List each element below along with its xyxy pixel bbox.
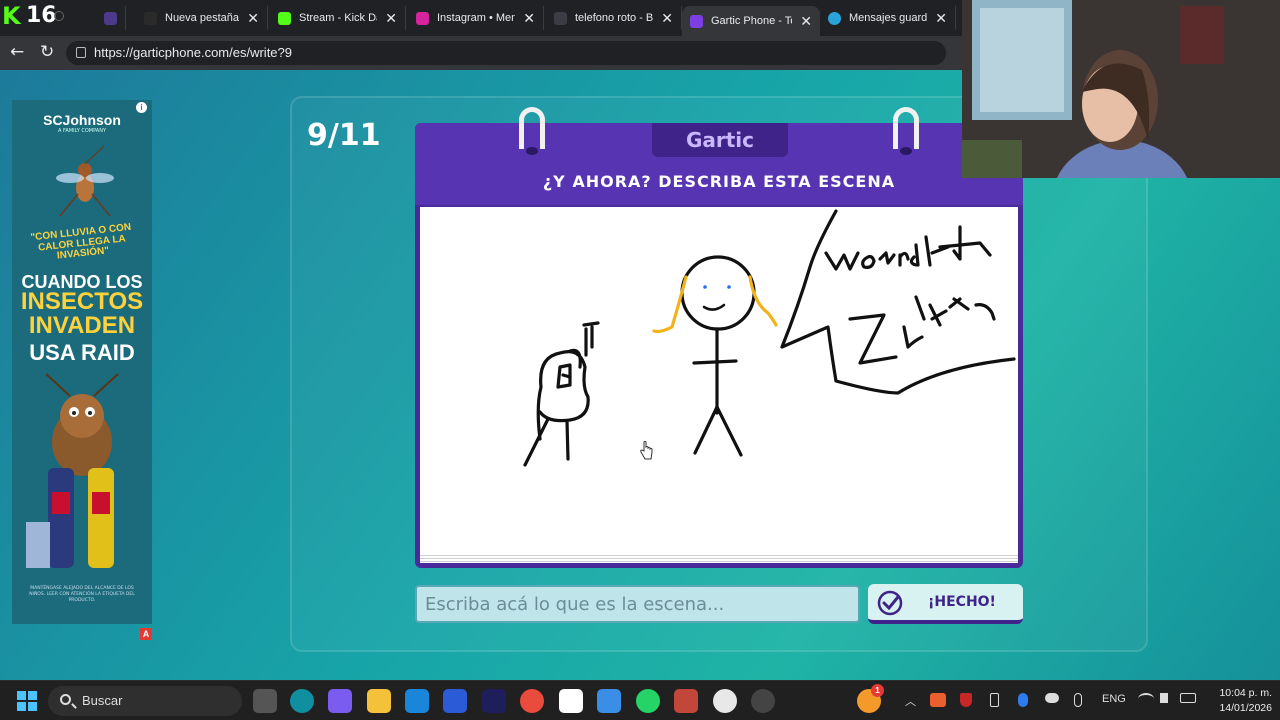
usb-icon[interactable] bbox=[990, 693, 999, 707]
tab-close-icon[interactable]: ✕ bbox=[661, 10, 673, 27]
hand-cursor-icon bbox=[640, 441, 653, 460]
check-icon bbox=[877, 590, 903, 616]
task-view-icon[interactable] bbox=[253, 689, 277, 713]
cockroach-illustration bbox=[26, 373, 119, 568]
tab-close-icon[interactable]: ✕ bbox=[385, 10, 397, 27]
tab-close-icon[interactable]: ✕ bbox=[935, 10, 947, 27]
tab-favicon-icon bbox=[278, 11, 291, 25]
capcut-icon[interactable] bbox=[559, 689, 583, 713]
round-counter: 9/11 bbox=[307, 118, 381, 153]
ad-line-3: USA RAID bbox=[29, 340, 135, 365]
bluetooth-icon[interactable] bbox=[1018, 693, 1028, 707]
scene-prompt: ¿Y AHORA? DESCRIBA ESTA ESCENA bbox=[542, 172, 896, 191]
tab-favicon-icon bbox=[828, 11, 841, 25]
photos-icon[interactable] bbox=[597, 689, 621, 713]
tab-pinned[interactable] bbox=[96, 6, 126, 30]
file-explorer-icon[interactable] bbox=[367, 689, 391, 713]
done-label: ¡HECHO! bbox=[928, 594, 996, 610]
clock-date: 14/01/2026 bbox=[1219, 702, 1272, 714]
outlook-icon[interactable] bbox=[443, 689, 467, 713]
tab-favicon-icon bbox=[554, 11, 567, 25]
tab-5-active[interactable]: Gartic Phone - Tele ✕ bbox=[682, 6, 820, 36]
tab-close-icon[interactable]: ✕ bbox=[800, 13, 812, 30]
binder-ring-icon bbox=[893, 107, 919, 155]
media-player-icon[interactable] bbox=[713, 689, 737, 713]
input-placeholder: Escriba acá lo que es la escena... bbox=[425, 594, 725, 615]
status-icon bbox=[54, 11, 64, 21]
obs-icon[interactable] bbox=[751, 689, 775, 713]
notification-count: 1 bbox=[871, 684, 884, 697]
sync-icon[interactable] bbox=[930, 693, 946, 707]
chrome-icon[interactable] bbox=[520, 689, 544, 713]
edge-browser-icon[interactable] bbox=[290, 689, 314, 713]
tab-close-icon[interactable]: ✕ bbox=[247, 10, 259, 27]
browser-toolbar: ← ↻ https://garticphone.com/es/write?9 bbox=[0, 36, 962, 70]
kick-logo-icon: K bbox=[2, 2, 21, 30]
binder-ring-icon bbox=[519, 107, 545, 155]
ad-choices-badge[interactable]: A bbox=[140, 628, 152, 640]
kick-overlay: K 16 bbox=[0, 2, 64, 32]
copilot-icon[interactable] bbox=[328, 689, 352, 713]
tab-close-icon[interactable]: ✕ bbox=[523, 10, 535, 27]
tab-4[interactable]: telefono roto - Bús ✕ bbox=[546, 6, 682, 30]
reload-icon[interactable]: ↻ bbox=[40, 42, 54, 62]
paper-edge bbox=[420, 553, 1018, 563]
address-bar[interactable]: https://garticphone.com/es/write?9 bbox=[66, 41, 946, 65]
tab-favicon-icon bbox=[416, 11, 429, 25]
app-icon[interactable] bbox=[674, 689, 698, 713]
shield-icon[interactable] bbox=[960, 693, 972, 707]
drawing-canvas bbox=[420, 207, 1018, 555]
tab-title: Stream - Kick Dash bbox=[299, 12, 377, 24]
microphone-icon[interactable] bbox=[1074, 693, 1082, 707]
volume-icon[interactable] bbox=[1160, 693, 1168, 703]
premiere-icon[interactable] bbox=[482, 689, 506, 713]
streamer-webcam-image bbox=[962, 0, 1280, 178]
tab-title: Nueva pestaña bbox=[165, 12, 239, 24]
tab-1[interactable]: Nueva pestaña ✕ bbox=[136, 6, 268, 30]
tab-6[interactable]: Mensajes guardad ✕ bbox=[820, 6, 956, 30]
tab-favicon-icon bbox=[144, 11, 157, 25]
search-label: Buscar bbox=[82, 693, 123, 708]
webcam-overlay bbox=[962, 0, 1280, 178]
tab-title: Gartic Phone - Tele bbox=[711, 15, 792, 27]
windows-taskbar: Buscar 1 ︿ ENG 10:04 p. m. 14/01/2026 bbox=[0, 680, 1280, 720]
tab-favicon-icon bbox=[104, 11, 117, 25]
url-text: https://garticphone.com/es/write?9 bbox=[94, 45, 292, 60]
taskbar-search[interactable]: Buscar bbox=[48, 686, 242, 716]
gartic-logo: Gartic bbox=[652, 123, 788, 157]
language-indicator[interactable]: ENG bbox=[1102, 693, 1126, 705]
ad-line-2: INSECTOS INVADEN bbox=[20, 288, 144, 339]
windows-start-icon[interactable] bbox=[17, 691, 37, 711]
tray-overflow-icon[interactable]: ︿ bbox=[905, 693, 916, 709]
tab-title: telefono roto - Bús bbox=[575, 12, 654, 24]
ad-quote: "CON LLUVIA O CON CALOR LLEGA LA INVASIÓ… bbox=[29, 221, 132, 262]
clock-time: 10:04 p. m. bbox=[1219, 687, 1272, 699]
whatsapp-icon[interactable] bbox=[636, 689, 660, 713]
ad-brand: SCJohnson bbox=[43, 112, 121, 128]
wifi-icon[interactable] bbox=[1138, 693, 1154, 705]
cloud-icon[interactable] bbox=[1045, 693, 1059, 703]
weather-icon[interactable]: 1 bbox=[857, 684, 884, 713]
kick-count: 16 bbox=[26, 3, 57, 28]
store-icon[interactable] bbox=[405, 689, 429, 713]
tab-2[interactable]: Stream - Kick Dash ✕ bbox=[270, 6, 406, 30]
battery-icon[interactable] bbox=[1180, 693, 1196, 703]
drawing-card: Gartic ¿Y AHORA? DESCRIBA ESTA ESCENA bbox=[415, 107, 1023, 568]
site-info-icon[interactable] bbox=[76, 47, 86, 58]
ad-brand-sub: A FAMILY COMPANY bbox=[57, 128, 107, 134]
player-drawing bbox=[523, 209, 1016, 467]
search-icon bbox=[60, 694, 71, 705]
side-advertisement[interactable]: i ⋮ SCJohnson A FAMILY COMPANY "CON LLUV… bbox=[12, 100, 152, 624]
ad-fine-print: MANTÉNGASE ALEJADO DEL ALCANCE DE LOS NI… bbox=[29, 586, 135, 603]
scene-description-input[interactable]: Escriba acá lo que es la escena... bbox=[415, 585, 860, 623]
card-header: Gartic bbox=[415, 123, 1023, 205]
tab-3[interactable]: Instagram • Mensa ✕ bbox=[408, 6, 544, 30]
mosquito-icon bbox=[56, 145, 114, 217]
done-button[interactable]: ¡HECHO! bbox=[868, 584, 1023, 624]
tab-title: Instagram • Mensa bbox=[437, 12, 516, 24]
back-arrow-icon[interactable]: ← bbox=[10, 42, 24, 62]
tab-title: Mensajes guardad bbox=[849, 12, 928, 24]
system-clock[interactable]: 10:04 p. m. 14/01/2026 bbox=[1196, 686, 1272, 716]
tab-favicon-icon bbox=[690, 14, 703, 28]
